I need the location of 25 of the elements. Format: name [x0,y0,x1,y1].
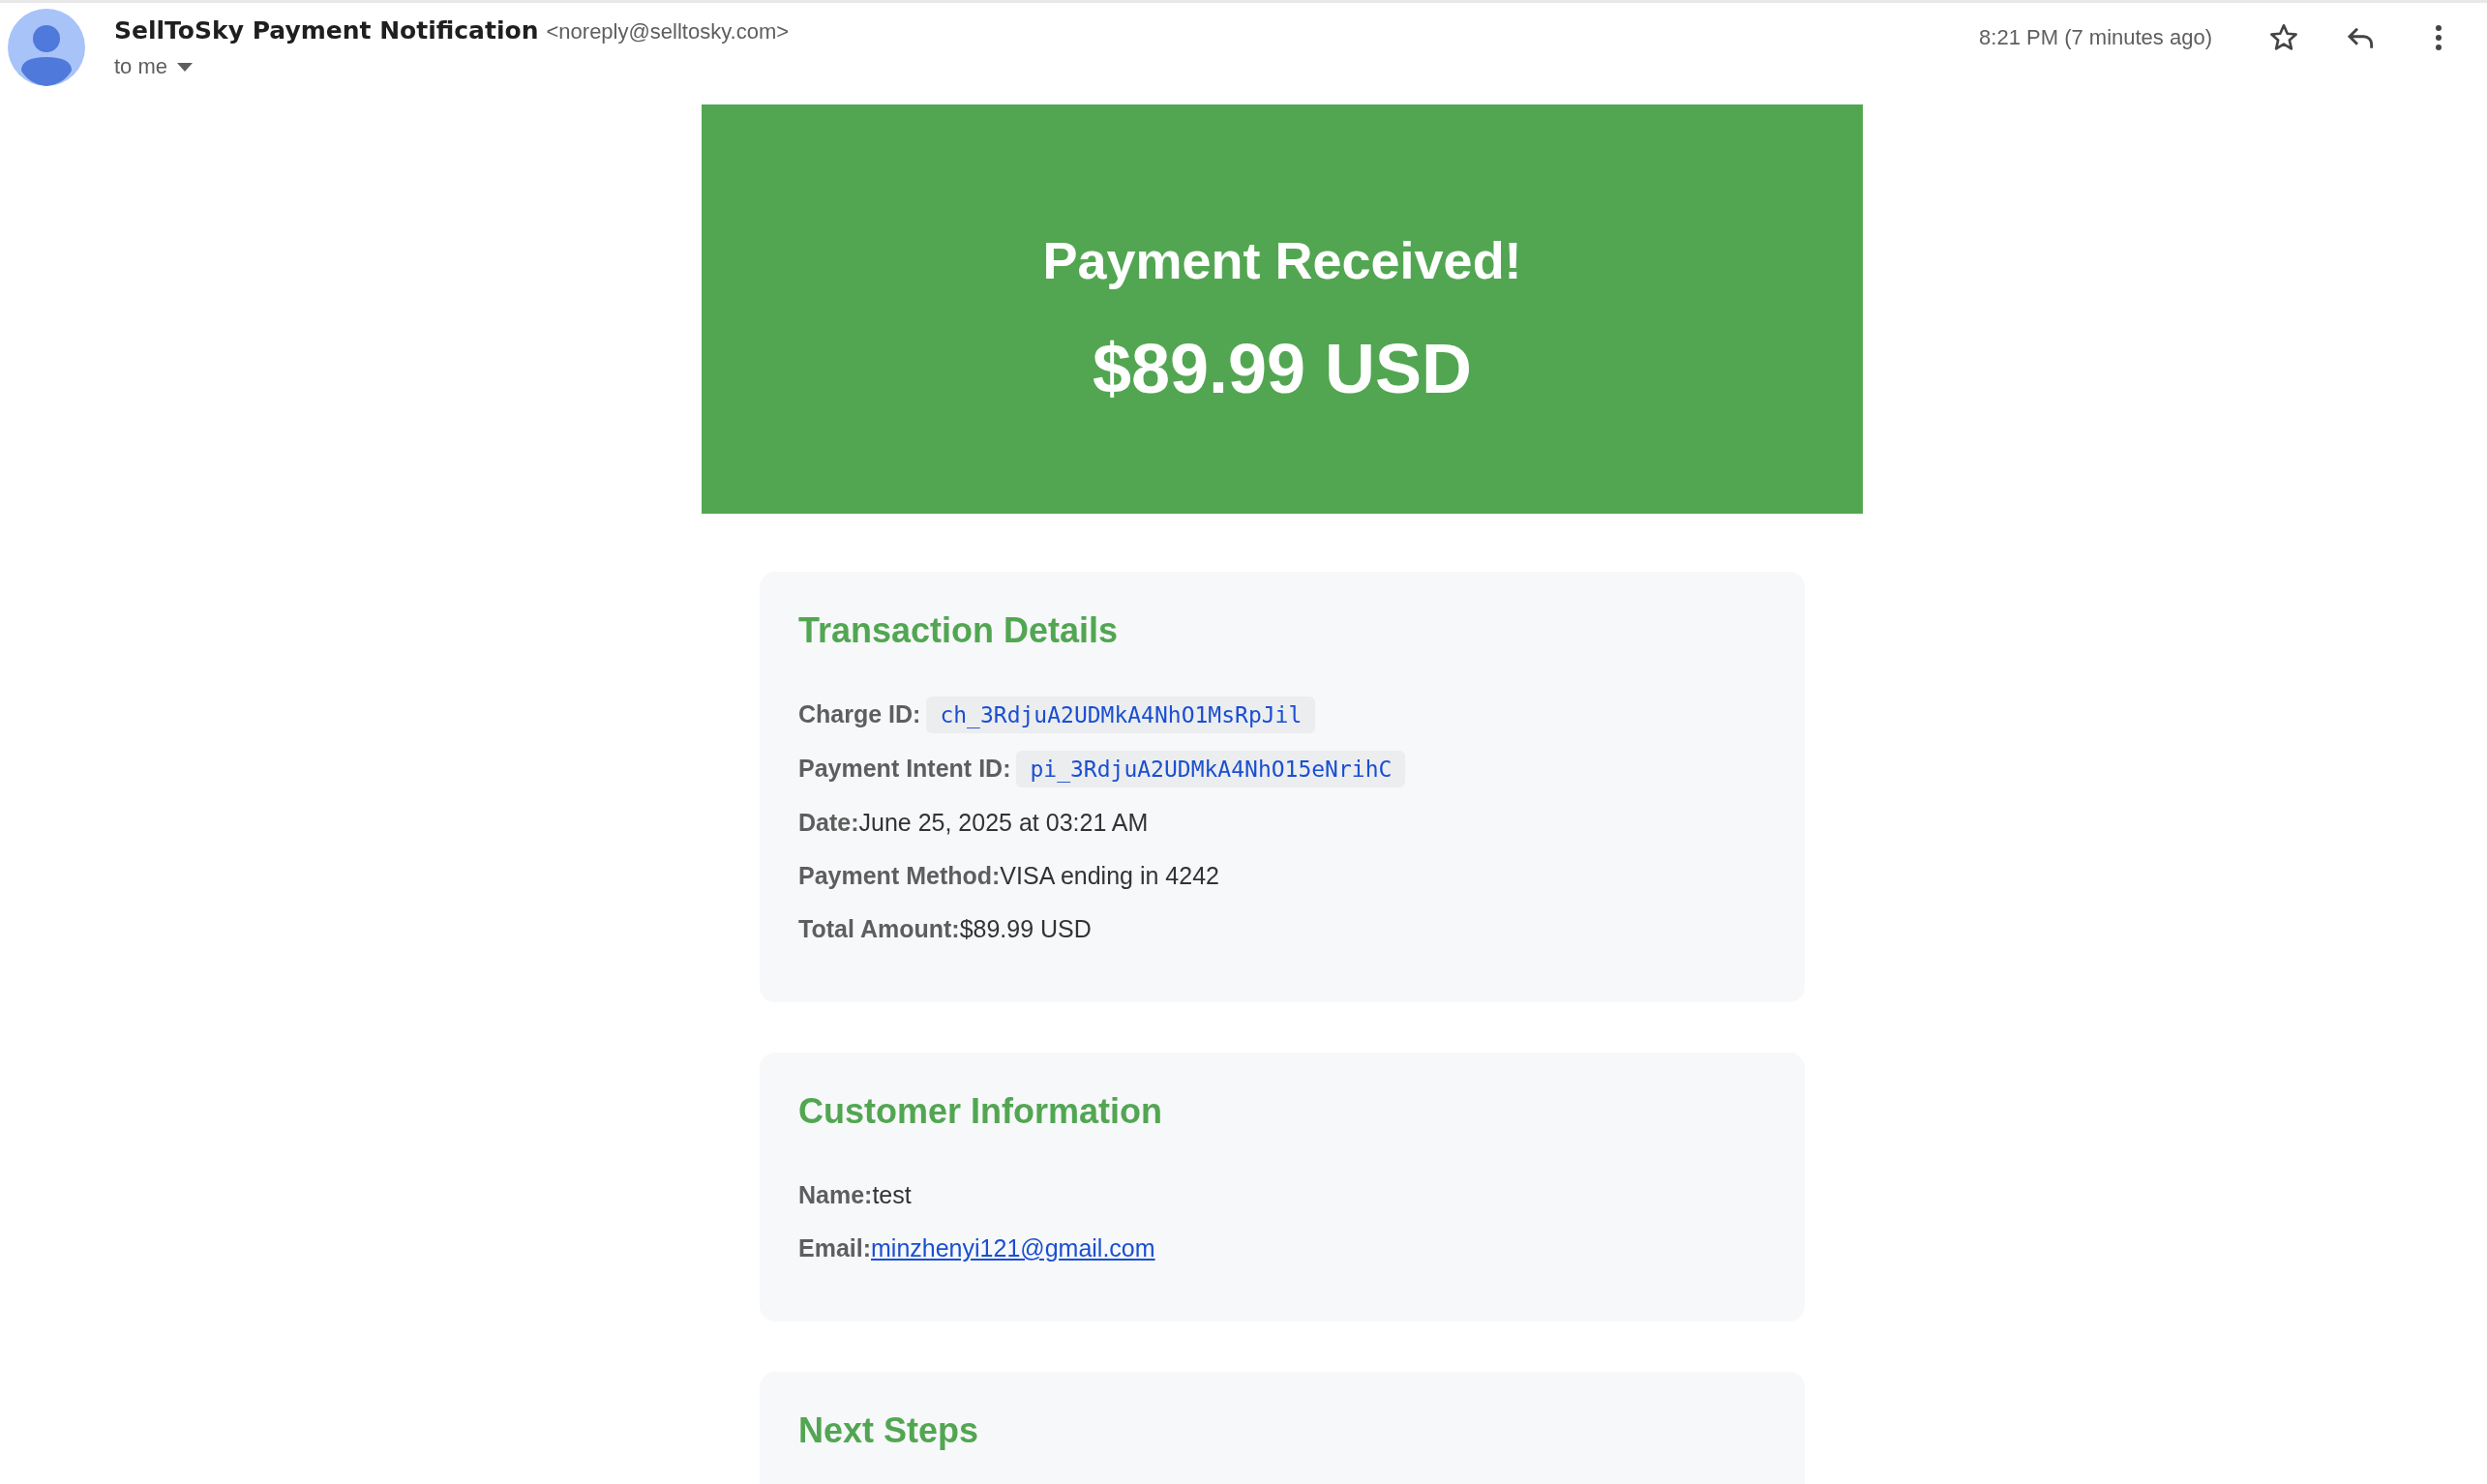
field-label: Payment Intent ID: [798,755,1011,782]
field-value: test [872,1181,912,1208]
section-heading: Transaction Details [798,610,1120,651]
timestamp: 8:21 PM (7 minutes ago) [1979,25,2212,50]
id-code: ch_3RdjuA2UDMkA4NhO1MsRpJil [926,697,1316,733]
field-label: Payment Method: [798,862,1001,889]
field-label: Email: [798,1234,872,1261]
recipient-label: to me [114,54,168,79]
section-heading: Customer Information [798,1091,1163,1132]
field-label: Date: [798,809,859,836]
field-label: Charge ID: [798,700,921,727]
field-value: VISA ending in 4242 [1000,862,1219,889]
caret-icon[interactable] [177,62,194,72]
field-value: June 25, 2025 at 03:21 AM [858,809,1149,836]
avatar-icon [8,9,85,86]
field-label: Total Amount: [798,915,960,942]
banner-title: Payment Received! [1042,229,1522,290]
field-value: $89.99 USD [959,915,1092,942]
field-label: Name: [798,1181,873,1208]
sender-name: SellToSky Payment Notification [114,16,539,45]
email-link[interactable]: minzhenyi121@gmail.com [871,1234,1155,1261]
banner-amount: $89.99 USD [1092,328,1473,408]
section-heading: Next Steps [798,1410,980,1451]
sender-email: <noreply@selltosky.com> [546,19,790,45]
id-code: pi_3RdjuA2UDMkA4NhO15eNrihC [1016,751,1406,787]
